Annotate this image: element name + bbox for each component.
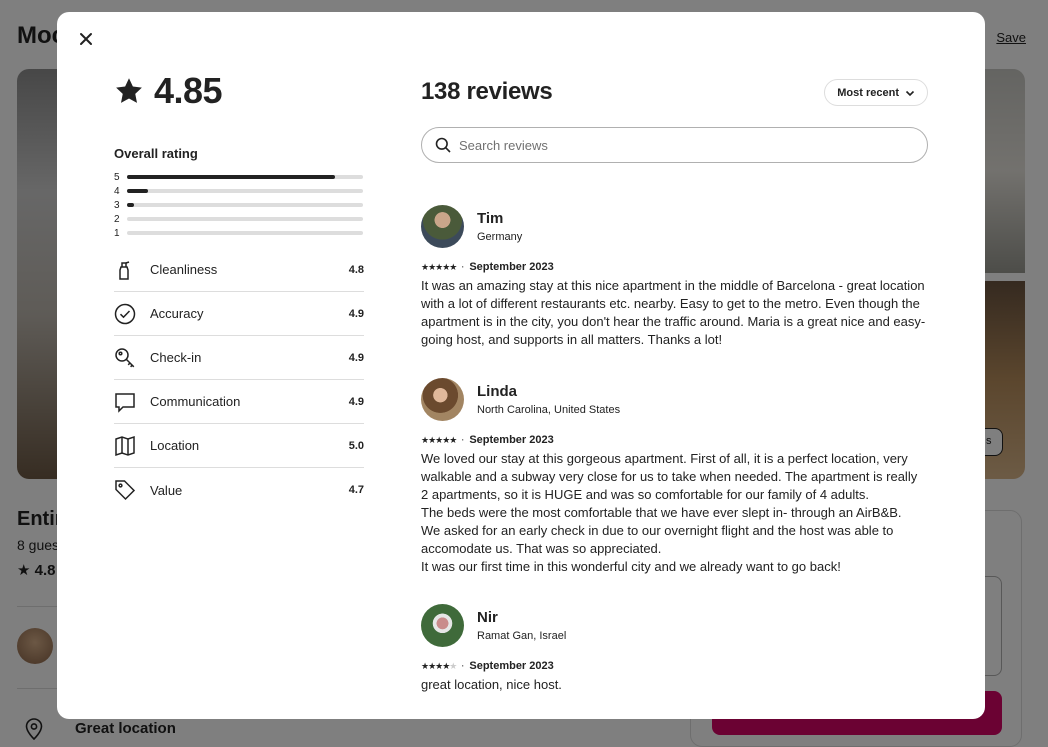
rating-bar [127, 189, 363, 193]
review-item: Linda North Carolina, United States ★★★★… [421, 378, 928, 576]
rating-bar-label: 5 [114, 171, 120, 183]
category-score: 4.7 [348, 484, 364, 496]
rating-bar-fill [127, 175, 335, 179]
category-check-in: Check-in 4.9 [114, 336, 364, 380]
review-date: September 2023 [469, 434, 554, 446]
separator-dot: · [461, 262, 465, 272]
category-label: Communication [150, 394, 241, 409]
key-icon [114, 347, 136, 369]
category-score: 4.9 [348, 395, 364, 408]
rating-bar-row: 5 [114, 170, 364, 184]
reviewer-name: Nir [477, 609, 498, 626]
rating-bar-label: 4 [114, 185, 120, 197]
category-label: Accuracy [150, 306, 204, 321]
overall-score-value: 4.85 [154, 70, 223, 111]
review-text: It was an amazing stay at this nice apar… [421, 278, 926, 347]
category-value: Value 4.7 [114, 468, 364, 512]
rating-bar-fill [127, 189, 149, 193]
review-date: September 2023 [469, 261, 554, 273]
reviewer-location: Germany [477, 231, 523, 243]
rating-bar [127, 231, 363, 235]
rating-bar-label: 2 [114, 213, 120, 225]
overall-score: 4.85 [114, 70, 223, 112]
category-label: Cleanliness [150, 262, 218, 277]
category-communication: Communication 4.9 [114, 380, 364, 424]
reviewer-location: Ramat Gan, Israel [477, 630, 567, 642]
spray-bottle-icon [114, 259, 136, 281]
category-location: Location 5.0 [114, 424, 364, 468]
rating-bar-fill [127, 203, 135, 207]
review-text: We loved our stay at this gorgeous apart… [421, 451, 918, 574]
rating-bar [127, 203, 363, 207]
search-input[interactable] [459, 137, 899, 153]
rating-bar [127, 175, 363, 179]
reviewer-avatar[interactable] [421, 205, 464, 248]
search-reviews-field[interactable] [421, 127, 928, 163]
rating-bar-label: 1 [114, 227, 120, 239]
category-label: Location [150, 438, 200, 453]
map-icon [114, 435, 136, 457]
sort-label: Most recent [837, 86, 899, 99]
review-stars: ★★★★★ [421, 434, 457, 445]
reviews-modal: 4.85 Overall rating 5 4 3 2 1 Cleanlines… [57, 12, 985, 719]
review-text: great location, nice host. [421, 677, 562, 692]
review-stars: ★★★★★ [421, 660, 457, 671]
rating-bar-row: 1 [114, 226, 364, 240]
overall-rating-label: Overall rating [114, 146, 198, 161]
search-icon [435, 137, 451, 153]
chevron-down-icon [905, 90, 915, 96]
category-cleanliness: Cleanliness 4.8 [114, 248, 364, 292]
close-icon [80, 33, 92, 45]
reviewer-avatar[interactable] [421, 378, 464, 421]
category-ratings: Cleanliness 4.8 Accuracy 4.9 Check-in 4.… [114, 248, 364, 512]
category-score: 5.0 [348, 439, 364, 452]
review-date: September 2023 [469, 660, 554, 672]
separator-dot: · [461, 661, 465, 671]
category-label: Value [150, 482, 183, 498]
reviews-count: 138 reviews [421, 78, 553, 105]
category-score: 4.8 [348, 263, 364, 276]
star-icon [116, 78, 142, 103]
review-item: Tim Germany ★★★★★ · September 2023 It wa… [421, 205, 928, 349]
check-circle-icon [114, 303, 136, 325]
review-stars: ★★★★★ [421, 261, 457, 272]
rating-bar-row: 3 [114, 198, 364, 212]
reviewer-name: Linda [477, 383, 517, 400]
category-score: 4.9 [348, 307, 364, 320]
category-accuracy: Accuracy 4.9 [114, 292, 364, 336]
category-label: Check-in [150, 350, 202, 365]
reviewer-name: Tim [477, 210, 504, 227]
rating-bar-row: 4 [114, 184, 364, 198]
review-item: Nir Ramat Gan, Israel ★★★★★ · September … [421, 604, 928, 694]
category-score: 4.9 [348, 351, 364, 364]
sort-dropdown[interactable]: Most recent [824, 79, 928, 106]
chat-bubble-icon [114, 391, 136, 413]
rating-distribution: 5 4 3 2 1 [114, 170, 364, 240]
close-button[interactable] [75, 30, 97, 52]
reviewer-location: North Carolina, United States [477, 404, 621, 416]
rating-bar [127, 217, 363, 221]
separator-dot: · [461, 435, 465, 445]
rating-bar-label: 3 [114, 199, 120, 211]
tag-icon [114, 479, 136, 501]
reviewer-avatar[interactable] [421, 604, 464, 647]
rating-bar-row: 2 [114, 212, 364, 226]
